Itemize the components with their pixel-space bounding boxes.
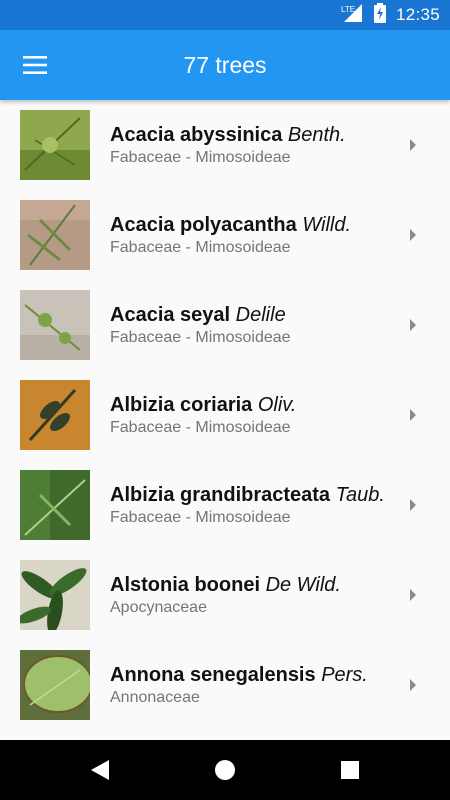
tree-author: Benth. bbox=[287, 124, 346, 146]
list-item[interactable]: Annona senegalensis Pers. Annonaceae bbox=[0, 640, 450, 730]
tree-family: Fabaceae - Mimosoideae bbox=[110, 149, 291, 166]
back-button[interactable] bbox=[70, 740, 130, 800]
recents-button[interactable] bbox=[320, 740, 380, 800]
tree-thumbnail bbox=[20, 470, 90, 540]
battery-charging-icon bbox=[373, 2, 386, 28]
tree-author: Pers. bbox=[321, 664, 368, 686]
tree-author: Willd. bbox=[302, 214, 352, 236]
chevron-right-icon bbox=[410, 409, 416, 421]
home-button[interactable] bbox=[195, 740, 255, 800]
list-item[interactable]: Acacia polyacantha Willd. Fabaceae - Mim… bbox=[0, 190, 450, 280]
tree-name: Albizia coriaria Oliv. bbox=[110, 393, 395, 417]
tree-species: Acacia seyal bbox=[110, 304, 231, 326]
tree-species: Alstonia boonei bbox=[110, 574, 260, 596]
tree-name: Albizia grandibracteata Taub. bbox=[110, 483, 395, 507]
tree-name: Acacia abyssinica Benth. bbox=[110, 123, 395, 147]
tree-family: Fabaceae - Mimosoideae bbox=[110, 239, 291, 256]
tree-author: Taub. bbox=[335, 484, 385, 506]
tree-thumbnail bbox=[20, 200, 90, 270]
tree-name: Alstonia boonei De Wild. bbox=[110, 573, 395, 597]
back-icon bbox=[91, 760, 109, 780]
tree-thumbnail bbox=[20, 650, 90, 720]
tree-family: Fabaceae - Mimosoideae bbox=[110, 509, 291, 526]
tree-author: De Wild. bbox=[265, 574, 341, 596]
chevron-right-icon bbox=[410, 319, 416, 331]
app-bar: 77 trees bbox=[0, 30, 450, 100]
tree-name: Annona senegalensis Pers. bbox=[110, 663, 395, 687]
tree-name: Acacia seyal Delile bbox=[110, 303, 395, 327]
list-item[interactable]: Albizia grandibracteata Taub. Fabaceae -… bbox=[0, 460, 450, 550]
status-time: 12:35 bbox=[395, 5, 440, 24]
lte-signal-icon: LTE bbox=[340, 2, 364, 29]
tree-author: Oliv. bbox=[257, 394, 297, 416]
chevron-right-icon bbox=[410, 229, 416, 241]
tree-species: Acacia abyssinica bbox=[110, 124, 283, 146]
list-item[interactable]: Albizia coriaria Oliv. Fabaceae - Mimoso… bbox=[0, 370, 450, 460]
chevron-right-icon bbox=[410, 589, 416, 601]
tree-thumbnail bbox=[20, 110, 90, 180]
status-bar: LTE 12:35 bbox=[0, 0, 450, 30]
tree-thumbnail bbox=[20, 560, 90, 630]
recents-icon bbox=[341, 761, 359, 779]
tree-name: Acacia polyacantha Willd. bbox=[110, 213, 395, 237]
chevron-right-icon bbox=[410, 499, 416, 511]
list-item[interactable]: Alstonia boonei De Wild. Apocynaceae bbox=[0, 550, 450, 640]
chevron-right-icon bbox=[410, 679, 416, 691]
tree-family: Annonaceae bbox=[110, 689, 200, 706]
list-item[interactable]: Acacia seyal Delile Fabaceae - Mimosoide… bbox=[0, 280, 450, 370]
tree-thumbnail bbox=[20, 380, 90, 450]
tree-list: Acacia abyssinica Benth. Fabaceae - Mimo… bbox=[0, 100, 450, 740]
home-icon bbox=[215, 760, 235, 780]
tree-species: Albizia grandibracteata bbox=[110, 484, 331, 506]
tree-family: Fabaceae - Mimosoideae bbox=[110, 329, 291, 346]
list-item[interactable]: Acacia abyssinica Benth. Fabaceae - Mimo… bbox=[0, 100, 450, 190]
network-label: LTE bbox=[341, 5, 355, 14]
tree-family: Fabaceae - Mimosoideae bbox=[110, 419, 291, 436]
tree-family: Apocynaceae bbox=[110, 599, 207, 616]
navigation-bar bbox=[0, 740, 450, 800]
page-title: 77 trees bbox=[183, 52, 267, 78]
tree-species: Acacia polyacantha bbox=[110, 214, 297, 236]
tree-author: Delile bbox=[235, 304, 286, 326]
tree-species: Albizia coriaria bbox=[110, 394, 253, 416]
chevron-right-icon bbox=[410, 139, 416, 151]
tree-thumbnail bbox=[20, 290, 90, 360]
tree-species: Annona senegalensis bbox=[110, 664, 316, 686]
status-icons: LTE 12:35 bbox=[340, 2, 440, 29]
